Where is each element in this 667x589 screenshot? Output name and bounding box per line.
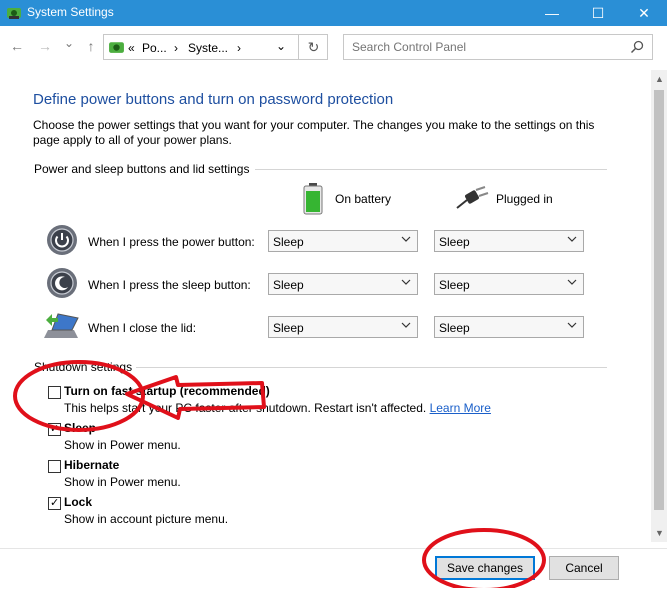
select-value: Sleep <box>439 278 470 292</box>
power-button-battery-select[interactable]: Sleep <box>268 230 418 252</box>
sleep-option-desc: Show in Power menu. <box>64 438 181 452</box>
maximize-button[interactable]: ☐ <box>575 0 621 26</box>
fast-startup-desc: This helps start your PC faster after sh… <box>64 401 491 415</box>
vertical-scrollbar[interactable]: ▲ ▼ <box>651 70 667 542</box>
lock-option-desc: Show in account picture menu. <box>64 512 229 526</box>
laptop-lid-icon <box>44 313 79 338</box>
select-value: Sleep <box>273 235 304 249</box>
battery-icon <box>303 183 323 215</box>
sleep-button-battery-select[interactable]: Sleep <box>268 273 418 295</box>
select-value: Sleep <box>273 278 304 292</box>
fast-startup-title[interactable]: Turn on fast startup (recommended) <box>64 384 270 398</box>
power-button-icon <box>47 225 77 255</box>
breadcrumb-separator: › <box>174 41 178 55</box>
cancel-button[interactable]: Cancel <box>549 556 619 580</box>
sleep-option-title[interactable]: Sleep <box>64 421 96 435</box>
close-lid-battery-select[interactable]: Sleep <box>268 316 418 338</box>
column-on-battery: On battery <box>335 192 392 206</box>
control-panel-icon <box>7 8 21 19</box>
sleep-button-label: When I press the sleep button: <box>88 278 251 292</box>
back-arrow-icon[interactable]: ← <box>8 38 26 54</box>
breadcrumb-item-system[interactable]: Syste... <box>188 41 228 55</box>
search-icon[interactable] <box>630 40 644 54</box>
shutdown-section-label: Shutdown settings <box>34 360 133 374</box>
chevron-down-icon <box>401 279 411 285</box>
select-value: Sleep <box>439 235 470 249</box>
chevron-down-icon <box>567 279 577 285</box>
window-title: System Settings <box>27 5 114 19</box>
recent-locations-chevron-icon[interactable]: ⌄ <box>60 36 78 50</box>
checkmark-icon: ✓ <box>50 497 60 509</box>
search-box[interactable] <box>343 34 653 60</box>
scroll-up-icon[interactable]: ▲ <box>655 74 664 84</box>
search-input[interactable] <box>344 35 640 59</box>
close-lid-label: When I close the lid: <box>88 321 197 335</box>
hibernate-option-desc: Show in Power menu. <box>64 475 181 489</box>
power-button-label: When I press the power button: <box>88 235 255 249</box>
lock-option-title[interactable]: Lock <box>64 495 92 509</box>
sleep-button-icon <box>47 268 77 298</box>
chevron-down-icon <box>401 322 411 328</box>
sleep-button-plugged-select[interactable]: Sleep <box>434 273 584 295</box>
save-changes-button[interactable]: Save changes <box>435 556 535 580</box>
breadcrumb-separator: › <box>237 41 241 55</box>
breadcrumb-overflow[interactable]: « <box>128 41 135 55</box>
close-lid-plugged-select[interactable]: Sleep <box>434 316 584 338</box>
page-title: Define power buttons and turn on passwor… <box>33 91 394 108</box>
hibernate-checkbox[interactable] <box>48 460 61 473</box>
scroll-down-icon[interactable]: ▼ <box>655 528 664 538</box>
fast-startup-checkbox[interactable] <box>48 386 61 399</box>
section-divider <box>255 169 607 170</box>
power-button-plugged-select[interactable]: Sleep <box>434 230 584 252</box>
chevron-down-icon <box>401 236 411 242</box>
sleep-checkbox[interactable]: ✓ <box>48 423 61 436</box>
breadcrumb-item-power[interactable]: Po... <box>142 41 167 55</box>
chevron-down-icon <box>567 322 577 328</box>
refresh-icon[interactable]: ↻ <box>298 34 328 60</box>
address-dropdown-icon[interactable]: ⌄ <box>276 39 286 53</box>
minimize-button[interactable]: — <box>529 0 575 26</box>
close-button[interactable]: ✕ <box>621 0 667 26</box>
title-bar: System Settings — ☐ ✕ <box>0 0 667 26</box>
forward-arrow-icon[interactable]: → <box>36 38 54 54</box>
control-panel-small-icon <box>109 42 124 53</box>
learn-more-link[interactable]: Learn More <box>430 401 491 415</box>
fast-startup-description: This helps start your PC faster after sh… <box>64 401 427 415</box>
up-arrow-icon[interactable]: ↑ <box>82 38 100 54</box>
select-value: Sleep <box>273 321 304 335</box>
power-plug-icon <box>456 186 489 209</box>
page-description: Choose the power settings that you want … <box>33 118 595 147</box>
address-bar[interactable]: « Po... › Syste... › ⌄ <box>103 34 328 60</box>
section-divider <box>136 367 607 368</box>
hibernate-option-title[interactable]: Hibernate <box>64 458 119 472</box>
checkmark-icon: ✓ <box>50 423 60 435</box>
lock-checkbox[interactable]: ✓ <box>48 497 61 510</box>
select-value: Sleep <box>439 321 470 335</box>
column-plugged-in: Plugged in <box>496 192 553 206</box>
scrollbar-thumb[interactable] <box>654 90 664 510</box>
chevron-down-icon <box>567 236 577 242</box>
power-section-label: Power and sleep buttons and lid settings <box>34 162 250 176</box>
